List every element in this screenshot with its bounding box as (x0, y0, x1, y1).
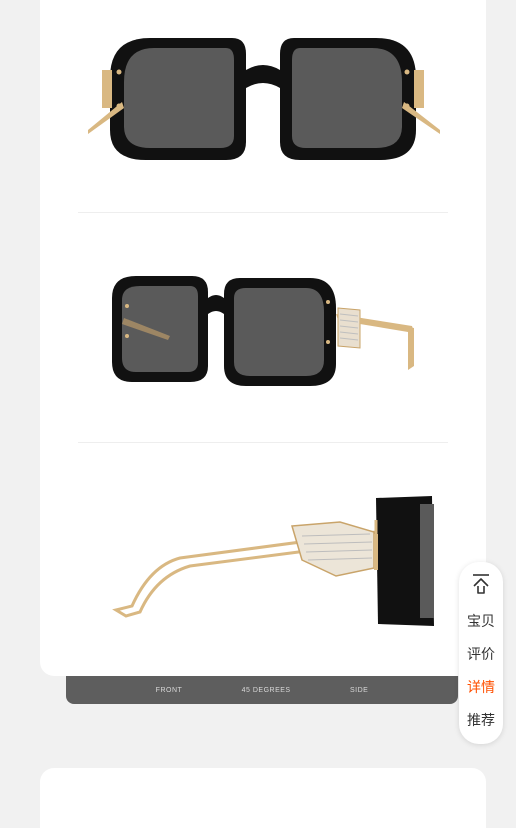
sunglasses-side-image (112, 496, 434, 626)
product-detail-card (40, 0, 486, 676)
side-nav-item-tuijian[interactable]: 推荐 (467, 705, 495, 738)
side-nav-item-pingjia[interactable]: 评价 (467, 639, 495, 672)
sunglasses-front-image (88, 38, 440, 160)
sunglasses-45-image (112, 276, 414, 386)
back-to-top-icon (473, 574, 489, 594)
angle-label-45: 45 DEGREES (241, 686, 291, 694)
image-divider (78, 212, 448, 213)
next-section-card (40, 768, 486, 828)
image-divider (78, 442, 448, 443)
side-nav-item-xiangqing[interactable]: 详情 (467, 672, 495, 705)
back-to-top-button[interactable] (459, 562, 503, 606)
side-nav-item-baobei[interactable]: 宝贝 (467, 606, 495, 639)
view-angle-bar: FRONT 45 DEGREES SIDE (66, 676, 458, 704)
side-navigation: 宝贝 评价 详情 推荐 (459, 562, 503, 744)
angle-label-side: SIDE (349, 686, 369, 694)
angle-label-front: FRONT (155, 686, 183, 694)
